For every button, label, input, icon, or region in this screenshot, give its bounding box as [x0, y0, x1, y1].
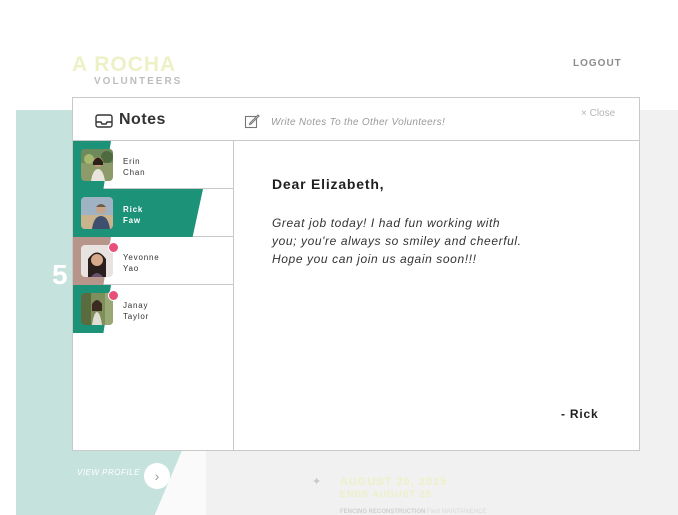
logout-link[interactable]: LOGOUT	[573, 58, 622, 69]
contact-first-name: Rick	[123, 205, 144, 214]
contact-yevonne-yao[interactable]: Yevonne Yao	[73, 237, 233, 285]
contact-last-name: Taylor	[123, 312, 150, 321]
view-profile-arrow-icon[interactable]: ›	[144, 463, 170, 489]
note-body: Great job today! I had fun working with …	[272, 216, 522, 266]
event-title-text: FENCING RECONSTRUCTION	[340, 509, 426, 515]
modal-title: Notes	[119, 111, 166, 128]
event-end-date: ENDS AUGUST 25	[340, 489, 432, 499]
contact-last-name: Yao	[123, 264, 140, 273]
unread-indicator	[108, 290, 119, 301]
pencil-note-icon[interactable]	[244, 113, 260, 129]
contact-name: Yevonne Yao	[123, 252, 193, 274]
event-marker-icon: ✦	[312, 476, 322, 488]
event-title: FENCING RECONSTRUCTION Field MAINTAINENC…	[340, 509, 487, 515]
note-panel: Dear Elizabeth, Great job today! I had f…	[234, 141, 639, 450]
unread-indicator	[108, 242, 119, 253]
contact-erin-chan[interactable]: Erin Chan	[73, 141, 233, 189]
close-button[interactable]: × Close	[581, 108, 615, 119]
logo-title[interactable]: A ROCHA	[72, 53, 176, 77]
avatar	[81, 197, 113, 229]
event-subtitle: Field MAINTAINENCE	[427, 509, 487, 515]
contact-first-name: Yevonne	[123, 253, 160, 262]
stat-number: 5	[52, 259, 68, 290]
notes-modal: Notes Write Notes To the Other Volunteer…	[72, 97, 640, 451]
modal-header: Notes Write Notes To the Other Volunteer…	[73, 98, 639, 141]
contact-last-name: Chan	[123, 168, 146, 177]
contact-rick-faw[interactable]: Rick Faw	[73, 189, 233, 237]
note-greeting: Dear Elizabeth,	[272, 176, 385, 192]
contact-name: Janay Taylor	[123, 300, 193, 322]
contact-first-name: Janay	[123, 301, 149, 310]
note-signature: - Rick	[561, 407, 599, 421]
inbox-tray-icon	[95, 114, 113, 128]
contact-name: Rick Faw	[123, 204, 193, 226]
avatar	[81, 149, 113, 181]
contact-name: Erin Chan	[123, 156, 193, 178]
contacts-sidebar: Erin Chan Rick Faw Yevonne Yao Janay Tay…	[73, 141, 234, 450]
contact-first-name: Erin	[123, 157, 141, 166]
contact-last-name: Faw	[123, 216, 141, 225]
contact-janay-taylor[interactable]: Janay Taylor	[73, 285, 233, 333]
background-header: A ROCHA VOLUNTEERS LOGOUT	[16, 16, 678, 110]
logo-subtitle: VOLUNTEERS	[94, 76, 183, 87]
view-profile-link[interactable]: VIEW PROFILE	[77, 468, 140, 477]
write-note-prompt[interactable]: Write Notes To the Other Volunteers!	[271, 117, 445, 128]
event-date: AUGUST 20, 2015	[340, 476, 448, 488]
